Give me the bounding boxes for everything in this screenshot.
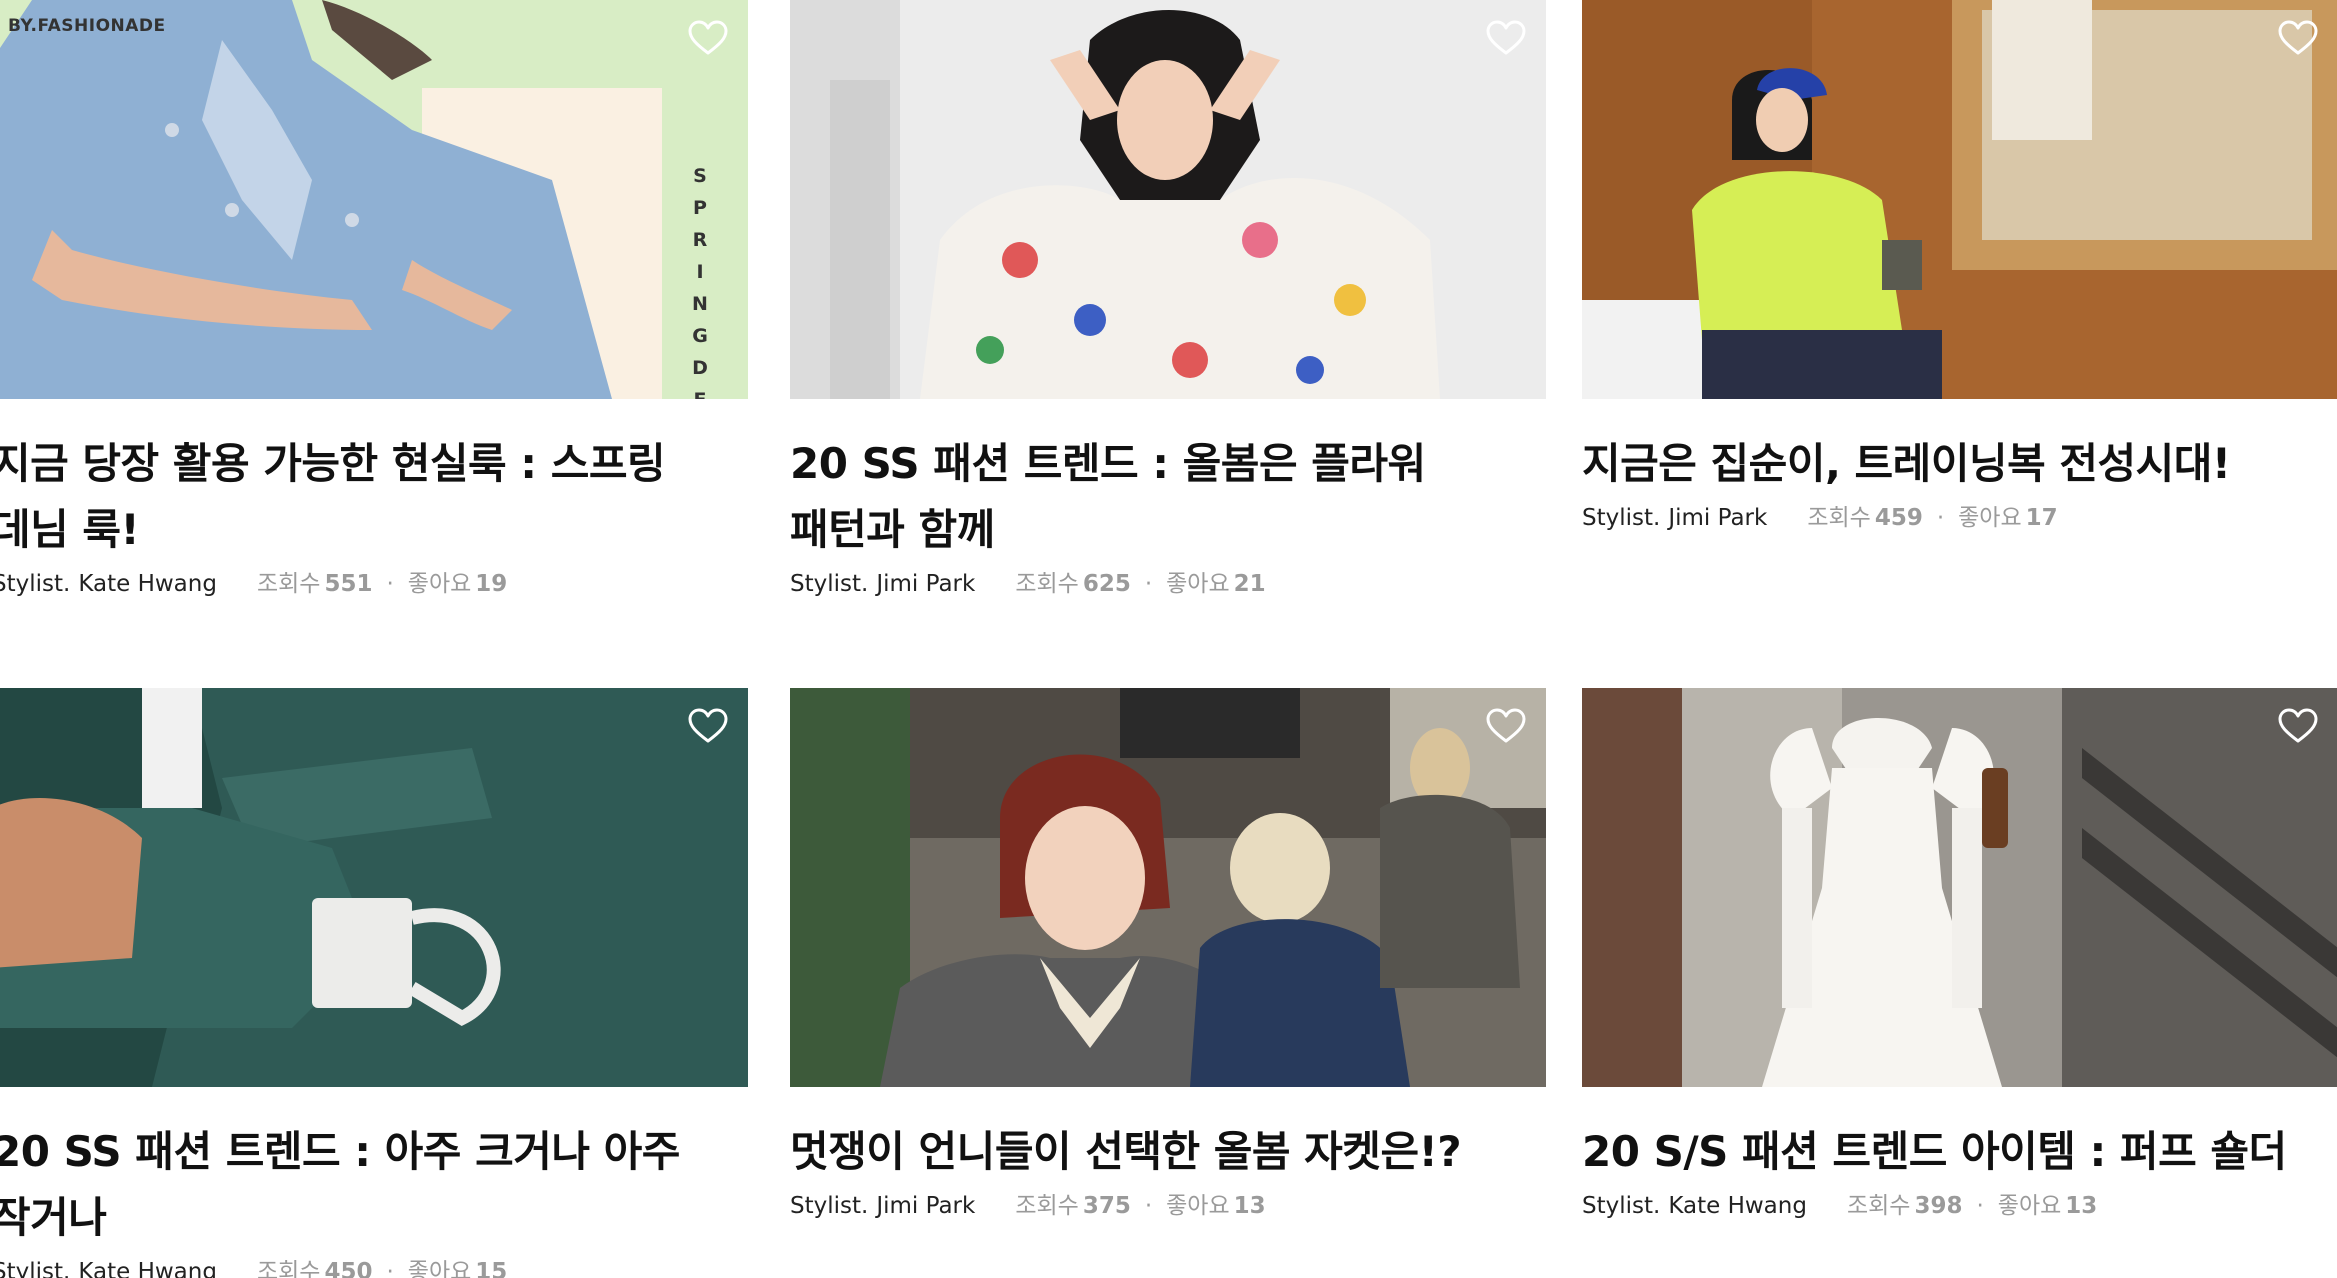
article-meta: Stylist. Jimi Park 조회수 625 · 좋아요 21: [790, 569, 1546, 599]
views-count: 375: [1082, 1193, 1131, 1219]
article-thumbnail[interactable]: [1582, 0, 2337, 399]
floral-dress-photo: [790, 0, 1546, 399]
meta-separator: ·: [1976, 1193, 1984, 1219]
article-card[interactable]: 멋쟁이 언니들이 선택한 올봄 자켓은!? Stylist. Jimi Park 조…: [790, 688, 1546, 1221]
meta-separator: ·: [1144, 1193, 1153, 1219]
meta-separator: ·: [386, 1259, 394, 1278]
views-count: 450: [324, 1259, 373, 1278]
views-label: 조회수: [256, 1259, 321, 1278]
likes-count: 19: [475, 571, 508, 597]
views-count: 459: [1874, 505, 1923, 531]
article-card[interactable]: 20 SS 패션 트렌드 : 아주 크거나 아주 작거나 Stylist. Kat…: [0, 688, 748, 1278]
article-card[interactable]: 지금은 집순이, 트레이닝복 전성시대! Stylist. Jimi Park 조회…: [1582, 0, 2337, 533]
views-label: 조회수: [256, 571, 321, 597]
article-card[interactable]: 20 S/S 패션 트렌드 아이템 : 퍼프 숄더 Stylist. Kate H…: [1582, 688, 2337, 1221]
article-thumbnail[interactable]: BY.FASHIONADE SPRINGDE: [0, 0, 748, 399]
article-title[interactable]: 지금은 집순이, 트레이닝복 전성시대!: [1582, 431, 2337, 497]
likes-count: 21: [1233, 571, 1266, 597]
article-meta: Stylist. Kate Hwang 조회수551 · 좋아요19: [0, 569, 748, 599]
puff-shoulder-dress-photo: [1582, 688, 2337, 1087]
article-title[interactable]: 20 S/S 패션 트렌드 아이템 : 퍼프 숄더: [1582, 1119, 2337, 1185]
stylist-name: Kate Hwang: [78, 571, 217, 597]
views-count: 398: [1914, 1193, 1963, 1219]
likes-label: 좋아요: [1166, 571, 1230, 597]
denim-photo: [0, 0, 748, 399]
likes-count: 13: [2065, 1193, 2098, 1219]
likes-count: 13: [1233, 1193, 1266, 1219]
stylist-name: Jimi Park: [876, 1193, 976, 1219]
likes-count: 17: [2025, 505, 2058, 531]
likes-count: 15: [475, 1259, 508, 1278]
article-meta: Stylist. Jimi Park 조회수 459 · 좋아요 17: [1582, 503, 2337, 533]
meta-separator: ·: [1936, 505, 1945, 531]
article-title[interactable]: 지금 당장 활용 가능한 현실룩 : 스프링 데님 룩!: [0, 431, 748, 563]
stylist-name: Kate Hwang: [1668, 1193, 1807, 1219]
views-label: 조회수: [1807, 505, 1871, 531]
views-label: 조회수: [1846, 1193, 1911, 1219]
stylist-prefix: Stylist.: [1582, 505, 1661, 531]
article-title[interactable]: 멋쟁이 언니들이 선택한 올봄 자켓은!?: [790, 1119, 1546, 1185]
heart-outline-icon[interactable]: [1486, 20, 1526, 56]
likes-label: 좋아요: [407, 571, 472, 597]
heart-outline-icon[interactable]: [688, 708, 728, 744]
likes-label: 좋아요: [1166, 1193, 1230, 1219]
likes-label: 좋아요: [407, 1259, 472, 1278]
green-suit-bag-photo: [0, 688, 748, 1087]
article-card[interactable]: BY.FASHIONADE SPRINGDE 지금 당장 활용 가능한 현실룩 …: [0, 0, 748, 599]
street-jacket-photo: [790, 688, 1546, 1087]
views-count: 625: [1082, 571, 1131, 597]
article-meta: Stylist. Jimi Park 조회수 375 · 좋아요 13: [790, 1191, 1546, 1221]
article-card[interactable]: 20 SS 패션 트렌드 : 올봄은 플라워 패턴과 함께 Stylist. Ji…: [790, 0, 1546, 599]
stylist-prefix: Stylist.: [790, 1193, 869, 1219]
article-thumbnail[interactable]: [1582, 688, 2337, 1087]
meta-separator: ·: [1144, 571, 1153, 597]
likes-label: 좋아요: [1997, 1193, 2062, 1219]
stylist-prefix: Stylist.: [0, 571, 71, 597]
stylist-prefix: Stylist.: [0, 1259, 71, 1278]
article-meta: Stylist. Kate Hwang 조회수450 · 좋아요15: [0, 1257, 748, 1278]
views-label: 조회수: [1015, 571, 1079, 597]
heart-outline-icon[interactable]: [2278, 708, 2318, 744]
stylist-prefix: Stylist.: [1582, 1193, 1661, 1219]
heart-outline-icon[interactable]: [2278, 20, 2318, 56]
article-title[interactable]: 20 SS 패션 트렌드 : 올봄은 플라워 패턴과 함께: [790, 431, 1546, 563]
stylist-name: Jimi Park: [876, 571, 976, 597]
heart-outline-icon[interactable]: [688, 20, 728, 56]
heart-outline-icon[interactable]: [1486, 708, 1526, 744]
article-grid: BY.FASHIONADE SPRINGDE 지금 당장 활용 가능한 현실룩 …: [0, 0, 2337, 1278]
article-thumbnail[interactable]: [790, 688, 1546, 1087]
stylist-prefix: Stylist.: [790, 571, 869, 597]
article-thumbnail[interactable]: [790, 0, 1546, 399]
views-label: 조회수: [1015, 1193, 1079, 1219]
article-thumbnail[interactable]: [0, 688, 748, 1087]
article-title[interactable]: 20 SS 패션 트렌드 : 아주 크거나 아주 작거나: [0, 1119, 748, 1251]
spring-denim-side-text: SPRINGDE: [692, 165, 708, 399]
brand-watermark: BY.FASHIONADE: [8, 16, 166, 36]
stylist-name: Jimi Park: [1668, 505, 1768, 531]
meta-separator: ·: [386, 571, 394, 597]
stylist-name: Kate Hwang: [78, 1259, 217, 1278]
article-meta: Stylist. Kate Hwang 조회수 398 · 좋아요 13: [1582, 1191, 2337, 1221]
training-wear-photo: [1582, 0, 2337, 399]
views-count: 551: [324, 571, 373, 597]
likes-label: 좋아요: [1958, 505, 2022, 531]
